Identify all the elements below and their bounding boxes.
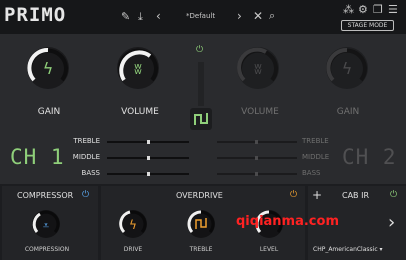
ch2-gain-knob[interactable]: ϟ xyxy=(325,46,369,90)
drive-label: DRIVE xyxy=(123,246,143,253)
svg-text:⩡: ⩡ xyxy=(43,219,49,232)
ch1-middle-label: MIDDLE xyxy=(72,153,100,161)
compression-label: COMPRESSION xyxy=(24,246,70,253)
ch1-middle-slider[interactable] xyxy=(107,156,189,160)
ch2-bass-slider[interactable] xyxy=(217,172,297,176)
center-divider xyxy=(198,62,204,106)
svg-text:ϟ: ϟ xyxy=(342,59,353,78)
ch2-treble-label: TREBLE xyxy=(302,137,329,145)
cab-ir-title: CAB IR xyxy=(342,191,370,200)
svg-text:ʬ: ʬ xyxy=(134,60,142,78)
ch1-gain-label: GAIN xyxy=(37,107,61,117)
add-icon[interactable]: + xyxy=(312,188,322,202)
ch2-middle-label: MIDDLE xyxy=(302,153,330,161)
overdrive-power-icon[interactable]: ⏻ xyxy=(290,190,297,200)
amp-power-icon[interactable]: ⏻ xyxy=(196,45,203,55)
next-cab-icon[interactable]: › xyxy=(388,212,395,233)
app-logo: PRIMO xyxy=(4,4,67,26)
compressor-title: COMPRESSOR xyxy=(17,191,74,200)
ch2-treble-slider[interactable] xyxy=(217,140,297,144)
ch1-bass-label: BASS xyxy=(81,169,100,177)
stage-mode-button[interactable]: STAGE MODE xyxy=(341,20,394,31)
previous-preset-icon[interactable]: ‹ xyxy=(156,10,161,22)
ch1-volume-label: VOLUME xyxy=(121,107,159,117)
slider-thumb[interactable] xyxy=(147,156,150,160)
overdrive-treble-label: TREBLE xyxy=(189,246,213,253)
ch1-gain-knob[interactable]: ϟ xyxy=(26,46,70,90)
slider-thumb[interactable] xyxy=(255,140,258,144)
svg-text:ϟ: ϟ xyxy=(43,59,54,78)
slider-thumb[interactable] xyxy=(255,172,258,176)
compressor-power-icon[interactable]: ⏻ xyxy=(82,190,89,200)
ch2-label: CH 2 xyxy=(342,145,397,169)
compression-knob[interactable]: ⩡ xyxy=(31,209,61,239)
ch1-treble-slider[interactable] xyxy=(107,140,189,144)
close-icon[interactable]: ✕ xyxy=(253,10,263,22)
slider-thumb[interactable] xyxy=(255,156,258,160)
grid-icon[interactable]: ⁂ xyxy=(343,4,354,16)
ch1-volume-knob[interactable]: ʬ xyxy=(116,46,160,90)
copy-icon[interactable]: ❐ xyxy=(373,4,383,16)
ch2-bass-label: BASS xyxy=(302,169,321,177)
chevron-down-icon: ▾ xyxy=(377,246,383,253)
edit-icon[interactable]: ✎ xyxy=(121,11,130,23)
ch1-bass-slider[interactable] xyxy=(107,172,189,176)
gear-icon[interactable]: ⚙ xyxy=(358,4,368,16)
ch1-treble-label: TREBLE xyxy=(73,137,100,145)
watermark-text: qiqianma.com xyxy=(236,214,339,229)
overdrive-title: OVERDRIVE xyxy=(176,191,223,200)
slider-thumb[interactable] xyxy=(147,172,150,176)
ch2-volume-knob[interactable]: ʬ xyxy=(236,46,280,90)
overdrive-treble-knob[interactable] xyxy=(186,209,216,239)
cab-ir-select[interactable]: CHP_AmericanClassic ▾ xyxy=(313,246,405,253)
channel-switch-icon[interactable] xyxy=(190,108,212,130)
next-preset-icon[interactable]: › xyxy=(237,10,242,22)
ch2-gain-label: GAIN xyxy=(336,107,360,117)
slider-thumb[interactable] xyxy=(147,140,150,144)
svg-text:ϟ: ϟ xyxy=(129,218,137,232)
search-icon[interactable]: ⌕ xyxy=(269,10,275,22)
cab-ir-power-icon[interactable]: ⏻ xyxy=(390,190,397,200)
ch2-middle-slider[interactable] xyxy=(217,156,297,160)
ch2-volume-label: VOLUME xyxy=(241,107,279,117)
preset-name[interactable]: *Default xyxy=(186,12,215,20)
cab-ir-selected-name: CHP_AmericanClassic xyxy=(313,246,378,253)
ch1-label: CH 1 xyxy=(10,145,65,169)
svg-text:ʬ: ʬ xyxy=(254,60,262,78)
level-label: LEVEL xyxy=(259,246,279,253)
menu-icon[interactable]: ☰ xyxy=(388,4,398,16)
drive-knob[interactable]: ϟ xyxy=(118,209,148,239)
save-icon[interactable]: ⤓ xyxy=(138,11,143,23)
